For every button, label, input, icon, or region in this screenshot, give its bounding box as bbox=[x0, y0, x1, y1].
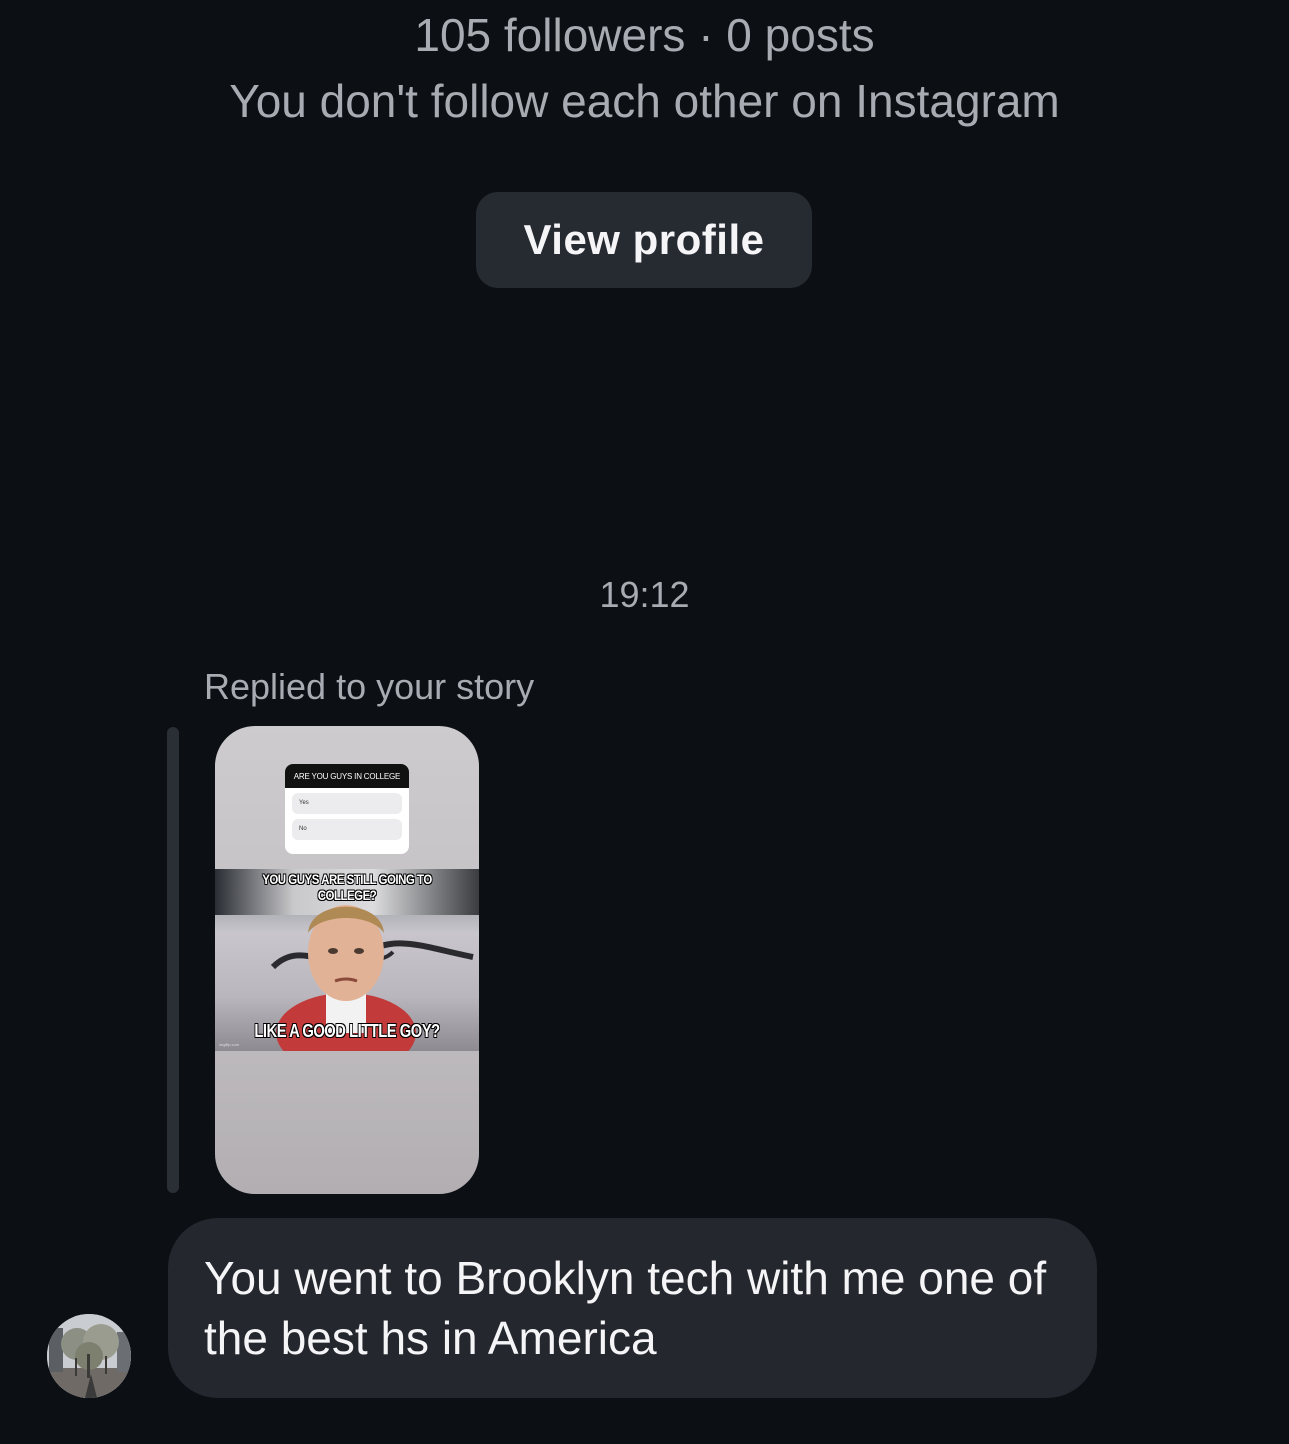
meme-image: YOU GUYS ARE STILL GOING TO COLLEGE? LIK… bbox=[215, 869, 479, 1051]
followers-posts-count: 105 followers · 0 posts bbox=[414, 9, 875, 61]
follow-status: You don't follow each other on Instagram bbox=[229, 75, 1060, 127]
poll-option-no: No bbox=[292, 819, 402, 840]
message-bubble[interactable]: You went to Brooklyn tech with me one of… bbox=[168, 1218, 1097, 1398]
meme-bottom-caption: LIKE A GOOD LITTLE GOY? bbox=[254, 1021, 440, 1041]
reply-indicator-bar bbox=[167, 727, 179, 1193]
poll-option-yes: Yes bbox=[292, 793, 402, 814]
poll-question: ARE YOU GUYS IN COLLEGE bbox=[285, 764, 409, 788]
message-timestamp: 19:12 bbox=[599, 574, 690, 615]
avatar-photo-icon bbox=[47, 1314, 131, 1398]
meme-watermark: imgflip.com bbox=[219, 1042, 240, 1047]
view-profile-button[interactable]: View profile bbox=[476, 192, 812, 288]
message-text: You went to Brooklyn tech with me one of… bbox=[204, 1252, 1047, 1364]
user-avatar[interactable] bbox=[47, 1314, 131, 1398]
story-reply-label: Replied to your story bbox=[204, 666, 535, 707]
meme-top-caption: YOU GUYS ARE STILL GOING TO COLLEGE? bbox=[262, 871, 432, 903]
story-thumbnail[interactable]: ARE YOU GUYS IN COLLEGE Yes No YOU GUYS … bbox=[215, 726, 479, 1194]
story-poll-sticker: ARE YOU GUYS IN COLLEGE Yes No bbox=[285, 764, 409, 854]
